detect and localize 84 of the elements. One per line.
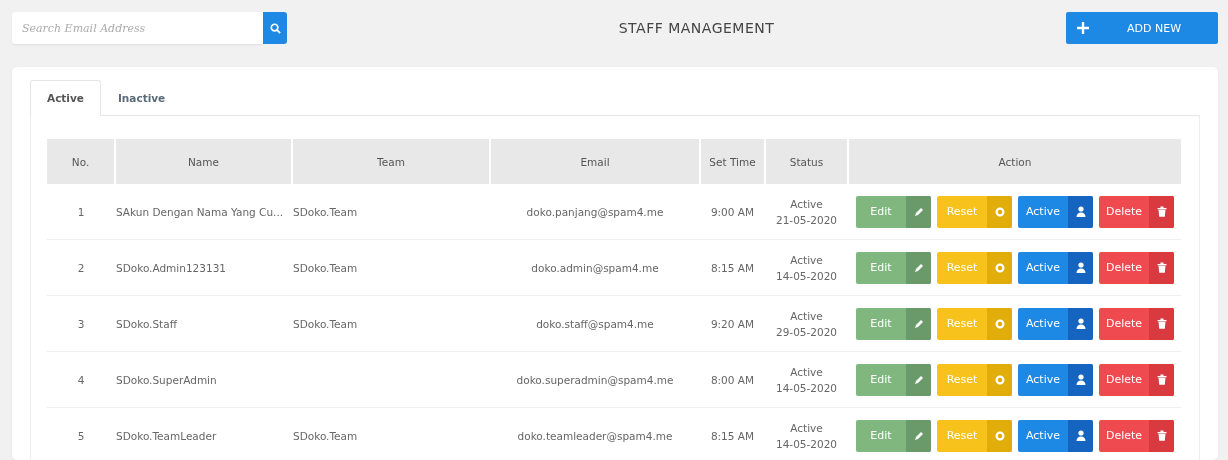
status-text: Active (790, 196, 823, 212)
trash-icon (1156, 430, 1167, 441)
search-button[interactable] (263, 12, 287, 44)
edit-button[interactable]: Edit (856, 195, 931, 228)
staff-name: SDoko.Admin123131 (116, 261, 226, 274)
ring-icon (994, 374, 1005, 385)
edit-button[interactable]: Edit (856, 251, 931, 284)
add-new-button[interactable]: ADD NEW (1066, 12, 1218, 44)
activate-button[interactable]: Active (1018, 251, 1093, 284)
team-name: SDoko.Team (293, 429, 358, 442)
delete-button[interactable]: Delete (1099, 363, 1174, 396)
activate-button[interactable]: Active (1018, 307, 1093, 340)
search-field[interactable]: Search Email Address (12, 12, 263, 44)
row-number: 4 (77, 373, 85, 386)
delete-button[interactable]: Delete (1099, 195, 1174, 228)
status-text: Active (790, 420, 823, 436)
set-time: 8:15 AM (710, 261, 755, 274)
delete-button[interactable]: Delete (1099, 419, 1174, 452)
column-header: Email (580, 155, 610, 168)
status-date: 29-05-2020 (776, 324, 837, 340)
user-icon (1075, 318, 1086, 329)
column-header: Action (998, 155, 1032, 168)
trash-icon (1156, 262, 1167, 273)
ring-icon (994, 318, 1005, 329)
trash-icon (1156, 318, 1167, 329)
staff-name: SDoko.Staff (116, 317, 177, 330)
row-number: 2 (77, 261, 85, 274)
activate-button[interactable]: Active (1018, 195, 1093, 228)
pencil-icon (913, 262, 924, 273)
delete-button[interactable]: Delete (1099, 307, 1174, 340)
pencil-icon (913, 374, 924, 385)
trash-icon (1156, 374, 1167, 385)
email-address: doko.admin@spam4.me (531, 261, 659, 274)
activate-button[interactable]: Active (1018, 363, 1093, 396)
team-name: SDoko.Team (293, 205, 358, 218)
activate-button[interactable]: Active (1018, 419, 1093, 452)
team-name: SDoko.Team (293, 261, 358, 274)
status-date: 14-05-2020 (776, 380, 837, 396)
ring-icon (994, 206, 1005, 217)
edit-button[interactable]: Edit (856, 363, 931, 396)
staff-name: SAkun Dengan Nama Yang Cu... (116, 205, 284, 218)
status-text: Active (790, 252, 823, 268)
status-text: Active (790, 308, 823, 324)
tab[interactable]: Active (30, 80, 101, 116)
staff-name: SDoko.TeamLeader (116, 429, 217, 442)
search-icon (269, 22, 281, 34)
column-header: Team (377, 155, 405, 168)
user-icon (1075, 430, 1086, 441)
user-icon (1075, 206, 1086, 217)
email-address: doko.panjang@spam4.me (526, 205, 664, 218)
column-header: Name (188, 155, 219, 168)
pencil-icon (913, 430, 924, 441)
plus-icon (1076, 21, 1090, 35)
status-date: 14-05-2020 (776, 436, 837, 452)
page-title: STAFF MANAGEMENT (618, 20, 775, 36)
set-time: 9:20 AM (710, 317, 755, 330)
delete-button[interactable]: Delete (1099, 251, 1174, 284)
ring-icon (994, 430, 1005, 441)
status-date: 14-05-2020 (776, 268, 837, 284)
email-address: doko.teamleader@spam4.me (517, 429, 673, 442)
column-header: No. (71, 155, 90, 168)
status-text: Active (790, 364, 823, 380)
column-header: Set Time (709, 155, 756, 168)
staff-name: SDoko.SuperAdmin (116, 373, 217, 386)
set-time: 8:15 AM (710, 429, 755, 442)
trash-icon (1156, 206, 1167, 217)
email-address: doko.superadmin@spam4.me (516, 373, 674, 386)
user-icon (1075, 374, 1086, 385)
edit-button[interactable]: Edit (856, 419, 931, 452)
column-header: Status (789, 155, 824, 168)
row-number: 5 (77, 429, 85, 442)
ring-icon (994, 262, 1005, 273)
edit-button[interactable]: Edit (856, 307, 931, 340)
tab[interactable]: Inactive (100, 80, 183, 116)
pencil-icon (913, 206, 924, 217)
user-icon (1075, 262, 1086, 273)
email-address: doko.staff@spam4.me (536, 317, 654, 330)
team-name: SDoko.Team (293, 317, 358, 330)
set-time: 9:00 AM (710, 205, 755, 218)
pencil-icon (913, 318, 924, 329)
row-number: 1 (77, 205, 85, 218)
set-time: 8:00 AM (710, 373, 755, 386)
row-number: 3 (77, 317, 85, 330)
status-date: 21-05-2020 (776, 212, 837, 228)
